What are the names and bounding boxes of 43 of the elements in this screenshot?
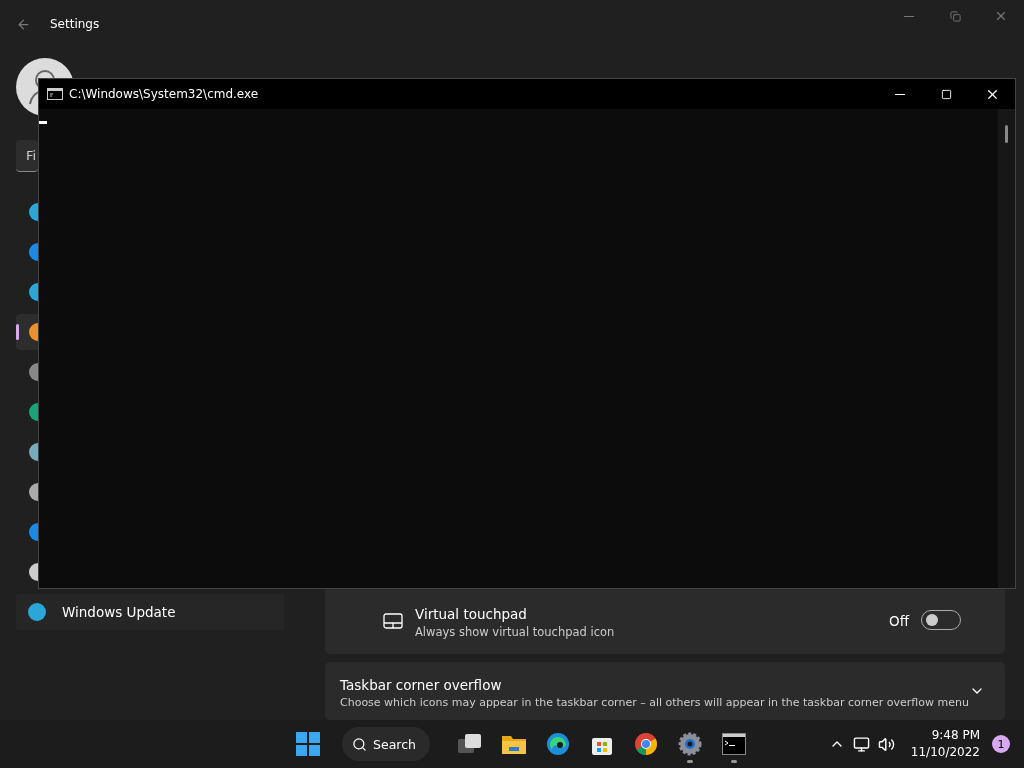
nav-icon	[28, 523, 38, 541]
nav-icon	[28, 483, 38, 501]
minimize-icon	[904, 15, 914, 17]
toggle-state: Off	[889, 613, 909, 629]
minimize-icon	[895, 93, 905, 95]
nav-icon	[28, 203, 38, 221]
section-description: Choose which icons may appear in the taskbar corner – all others will appear in the taskbar corner overflow menu	[340, 696, 969, 709]
gear-icon	[678, 732, 702, 756]
nav-icon	[28, 603, 46, 621]
maximize-icon	[940, 88, 952, 100]
section-title: Taskbar corner overflow	[340, 677, 503, 693]
setting-title: Virtual touchpad	[415, 606, 528, 622]
nav-icon	[28, 563, 38, 581]
nav-icon	[28, 283, 38, 301]
nav-icon	[28, 363, 38, 381]
console-title: C:\Windows\System32\cmd.exe	[69, 87, 259, 101]
terminal-icon	[722, 733, 746, 755]
task-view-icon	[457, 733, 483, 755]
clock[interactable]: 9:48 PM 11/10/2022	[910, 727, 980, 761]
console-icon	[47, 88, 63, 100]
nav-icon	[28, 403, 38, 421]
nav-icon	[28, 243, 38, 261]
close-icon	[994, 9, 1008, 23]
text-cursor	[39, 121, 47, 124]
touchpad-icon	[383, 613, 403, 629]
folder-icon	[501, 733, 527, 755]
round-browser-icon	[634, 732, 658, 756]
nav-item[interactable]: Windows Update	[16, 594, 284, 630]
search-field[interactable]: Fi	[16, 140, 38, 172]
nav-icon	[28, 443, 38, 461]
scrollbar[interactable]	[998, 109, 1015, 588]
window-title: Settings	[50, 17, 100, 31]
search-button[interactable]: Search	[342, 727, 430, 761]
nav-icon	[28, 323, 38, 341]
setting-description: Always show virtual touchpad icon	[415, 625, 616, 639]
swirl-browser-icon	[546, 732, 570, 756]
search-icon	[352, 736, 367, 752]
volume-icon[interactable]	[877, 735, 895, 753]
network-icon[interactable]	[852, 735, 870, 753]
restore-icon	[949, 10, 961, 22]
notification-badge[interactable]: 1	[992, 735, 1010, 753]
nav-item[interactable]	[16, 314, 38, 350]
grid-icon	[296, 732, 320, 756]
